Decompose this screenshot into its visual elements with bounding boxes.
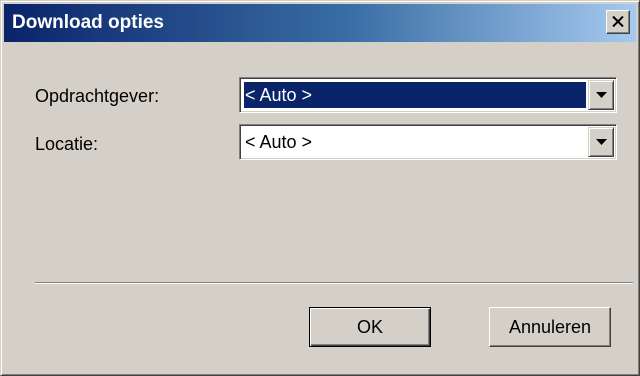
opdrachtgever-dropdown[interactable]: < Auto >	[239, 77, 617, 113]
locatie-value[interactable]: < Auto >	[244, 129, 586, 155]
locatie-dropdown[interactable]: < Auto >	[239, 124, 617, 160]
opdrachtgever-value[interactable]: < Auto >	[244, 82, 586, 108]
cancel-button[interactable]: Annuleren	[489, 307, 611, 347]
chevron-down-icon	[596, 139, 607, 145]
opdrachtgever-label: Opdrachtgever:	[35, 86, 160, 106]
close-icon	[612, 16, 624, 27]
close-button[interactable]	[606, 10, 630, 34]
chevron-down-icon	[596, 92, 607, 98]
locatie-label: Locatie:	[35, 134, 99, 154]
title-bar[interactable]: Download opties	[4, 4, 636, 42]
opdrachtgever-dropdown-button[interactable]	[588, 80, 614, 110]
window-title: Download opties	[12, 12, 164, 33]
dialog-window: Download opties Opdrachtgever: < Auto > …	[0, 0, 640, 376]
ok-button[interactable]: OK	[309, 307, 431, 347]
separator	[35, 282, 633, 284]
locatie-dropdown-button[interactable]	[588, 127, 614, 157]
